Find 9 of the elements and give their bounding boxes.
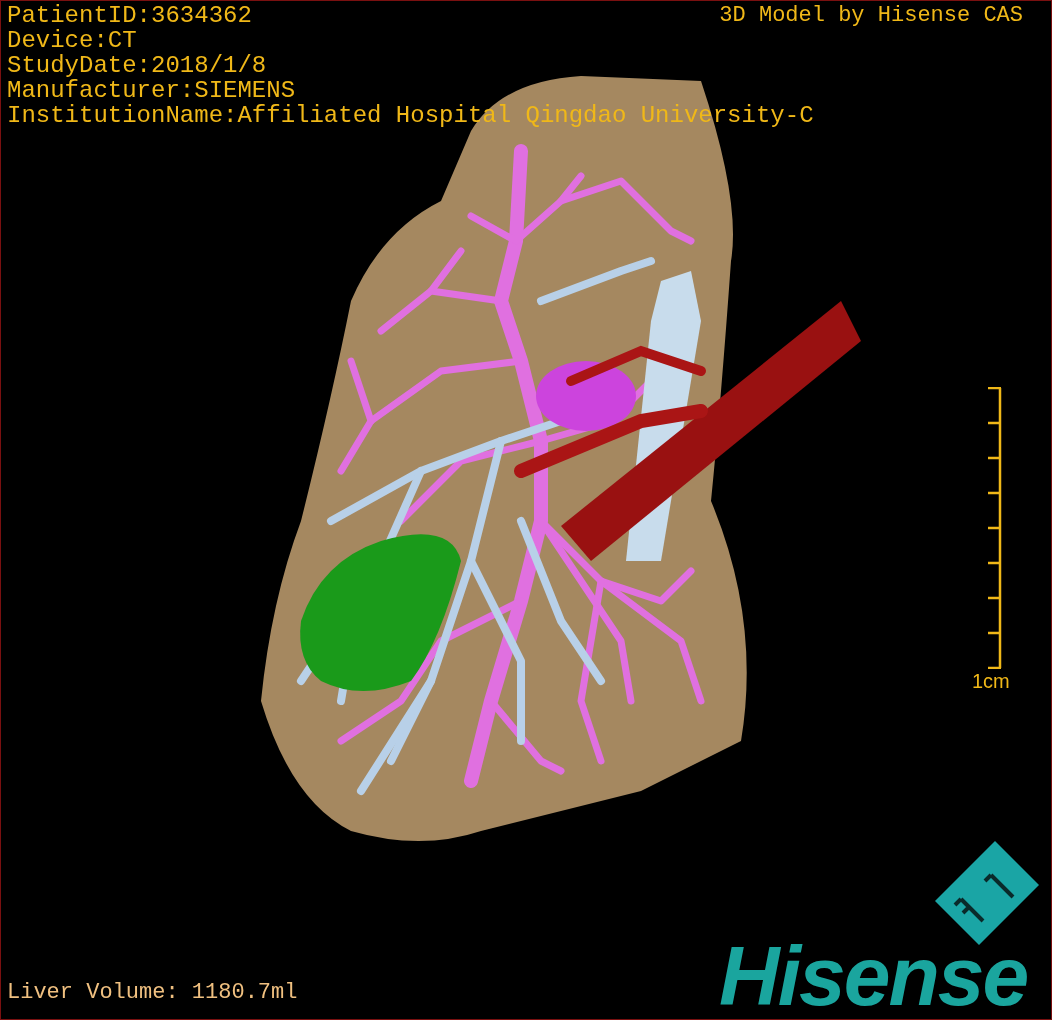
info-text: StudyDate:2018/1/8 (7, 53, 267, 78)
info-text: Device:CT (7, 28, 137, 53)
credit-text: 3D Model by Hisense CAS (719, 3, 1023, 28)
scale-label: 1cm (972, 669, 1010, 693)
info-text: Manufacturer:SIEMENS (7, 78, 296, 103)
liver-volume-text: Liver Volume: 1180.7ml (7, 979, 298, 1007)
info-text: PatientID:3634362 (7, 3, 252, 28)
logo-text: Hisense (719, 931, 1028, 1019)
scale-bar-icon (986, 387, 1002, 669)
